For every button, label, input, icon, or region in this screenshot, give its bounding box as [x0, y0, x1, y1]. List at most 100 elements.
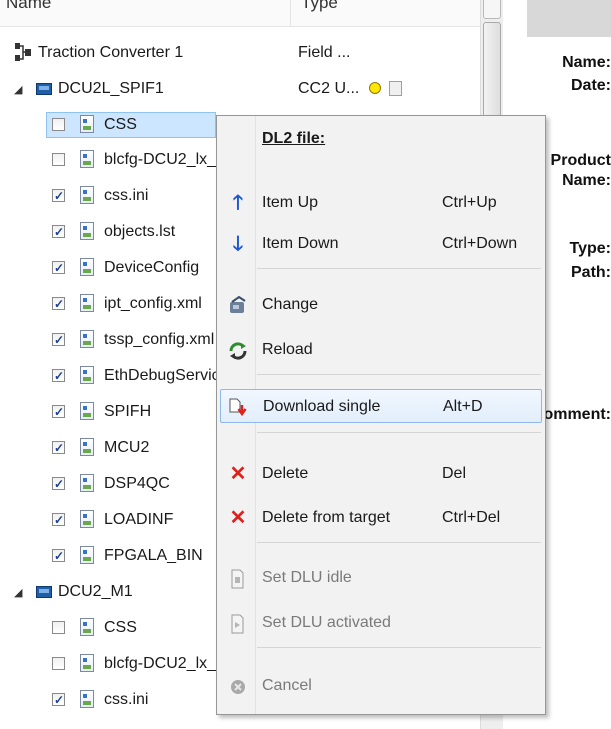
menu-item-delete[interactable]: ✕ Delete Del [220, 457, 542, 491]
menu-item-set-dlu-idle[interactable]: Set DLU idle [220, 561, 542, 595]
delete-icon: ✕ [229, 463, 247, 485]
item-checkbox[interactable] [52, 687, 65, 713]
item-checkbox[interactable] [52, 153, 65, 166]
dl2-file-icon [80, 402, 94, 420]
item-checkbox[interactable] [52, 219, 65, 245]
traction-converter-icon [15, 43, 31, 61]
dl2-file-icon [80, 366, 94, 384]
item-label: css.ini [104, 691, 149, 708]
menu-item-set-dlu-activated[interactable]: Set DLU activated [220, 606, 542, 640]
context-menu: DL2 file: 🡑 Item Up Ctrl+Up 🡓 Item Down … [216, 115, 546, 715]
download-icon [228, 397, 250, 417]
tree-column-header: Name Type [0, 0, 480, 27]
menu-item-cancel[interactable]: Cancel [220, 669, 542, 703]
detail-name-label: Name: [562, 54, 611, 71]
item-label: tssp_config.xml [104, 331, 215, 348]
item-checkbox[interactable] [52, 291, 65, 317]
dl2-file-icon [80, 330, 94, 348]
dl2-file-icon [80, 258, 94, 276]
item-label: DeviceConfig [104, 259, 200, 276]
dl2-file-icon [80, 115, 94, 133]
dlu-activated-icon [227, 613, 249, 634]
item-checkbox[interactable] [52, 507, 65, 533]
tree-device-row[interactable]: ◢ DCU2_M1 [0, 579, 230, 605]
tree-item-row[interactable]: blcfg-DCU2_lx_V [0, 651, 230, 677]
item-checkbox[interactable] [52, 657, 65, 670]
dl2-file-icon [80, 150, 94, 168]
item-label: CSS [104, 619, 137, 636]
item-label: EthDebugServic [104, 367, 220, 384]
item-label: DSP4QC [104, 475, 170, 492]
column-header-type[interactable]: Type [301, 0, 338, 13]
menu-item-down[interactable]: 🡓 Item Down Ctrl+Down [220, 227, 542, 261]
menu-item-download-single[interactable]: Download single Alt+D [220, 389, 542, 423]
tree-item-row[interactable]: SPIFH [0, 399, 230, 425]
item-checkbox[interactable] [52, 435, 65, 461]
dl2-file-icon [80, 222, 94, 240]
tree-device-row[interactable]: ◢ DCU2L_SPIF1 CC2 U... [0, 76, 480, 102]
item-checkbox[interactable] [52, 183, 65, 209]
expand-arrow-icon[interactable]: ◢ [14, 77, 22, 103]
item-checkbox[interactable] [52, 621, 65, 634]
item-label: FPGALA_BIN [104, 547, 203, 564]
detail-date-label: Date: [570, 77, 611, 94]
item-label: blcfg-DCU2_lx_V [104, 655, 227, 672]
column-header-name[interactable]: Name [6, 0, 51, 13]
dlu-idle-icon [227, 568, 249, 589]
delete-from-target-icon: ✕ [229, 507, 247, 529]
item-label: css.ini [104, 187, 149, 204]
menu-header: DL2 file: [262, 130, 326, 147]
menu-separator [257, 432, 541, 433]
scroll-up-button[interactable] [483, 0, 501, 19]
dl2-file-icon [80, 186, 94, 204]
device-type: CC2 U... [298, 80, 360, 97]
change-icon [227, 295, 249, 315]
item-checkbox[interactable] [52, 363, 65, 389]
tree-item-row[interactable]: DeviceConfig [0, 255, 230, 281]
tree-item-row[interactable]: ipt_config.xml [0, 291, 230, 317]
tree-item-row[interactable]: blcfg-DCU2_lx_V [0, 147, 230, 173]
menu-item-delete-from-target[interactable]: ✕ Delete from target Ctrl+Del [220, 501, 542, 535]
detail-comment-label: omment: [543, 406, 611, 423]
menu-separator [257, 268, 541, 269]
dl2-file-icon [80, 294, 94, 312]
detail-product-name-label: Name: [562, 172, 611, 189]
device-state-box[interactable] [389, 81, 402, 96]
item-checkbox[interactable] [52, 327, 65, 353]
item-checkbox[interactable] [52, 255, 65, 281]
menu-item-change[interactable]: Change [220, 288, 542, 322]
menu-separator [257, 647, 541, 648]
tree-item-row[interactable]: css.ini [0, 183, 230, 209]
tree-item-row[interactable]: FPGALA_BIN [0, 543, 230, 569]
tree-root-label: Traction Converter 1 [38, 44, 184, 61]
device-icon [36, 586, 52, 598]
item-label: ipt_config.xml [104, 295, 202, 312]
menu-item-reload[interactable]: Reload [220, 333, 542, 367]
menu-item-up[interactable]: 🡑 Item Up Ctrl+Up [220, 186, 542, 220]
device-icon [36, 83, 52, 95]
tree-item-row[interactable]: objects.lst [0, 219, 230, 245]
expand-arrow-icon[interactable]: ◢ [14, 580, 22, 606]
tree-item-row[interactable]: css.ini [0, 687, 230, 713]
item-checkbox[interactable] [52, 399, 65, 425]
arrow-up-icon: 🡑 [232, 192, 244, 214]
details-panel-header [527, 0, 611, 37]
tree-item-row[interactable]: EthDebugServic [0, 363, 230, 389]
column-separator[interactable] [290, 0, 291, 26]
tree-item-row[interactable]: CSS [0, 112, 230, 138]
menu-separator [257, 542, 541, 543]
item-checkbox[interactable] [52, 118, 65, 131]
item-label: MCU2 [104, 439, 150, 456]
item-label: LOADINF [104, 511, 174, 528]
tree-root-row[interactable]: Traction Converter 1 Field ... [0, 40, 480, 66]
tree-item-row[interactable]: LOADINF [0, 507, 230, 533]
tree-item-row[interactable]: MCU2 [0, 435, 230, 461]
dl2-file-icon [80, 546, 94, 564]
dl2-file-icon [80, 690, 94, 708]
tree-item-row[interactable]: tssp_config.xml [0, 327, 230, 353]
item-checkbox[interactable] [52, 471, 65, 497]
item-checkbox[interactable] [52, 543, 65, 569]
tree-item-row[interactable]: DSP4QC [0, 471, 230, 497]
tree-item-row[interactable]: CSS [0, 615, 230, 641]
item-label: SPIFH [104, 403, 152, 420]
